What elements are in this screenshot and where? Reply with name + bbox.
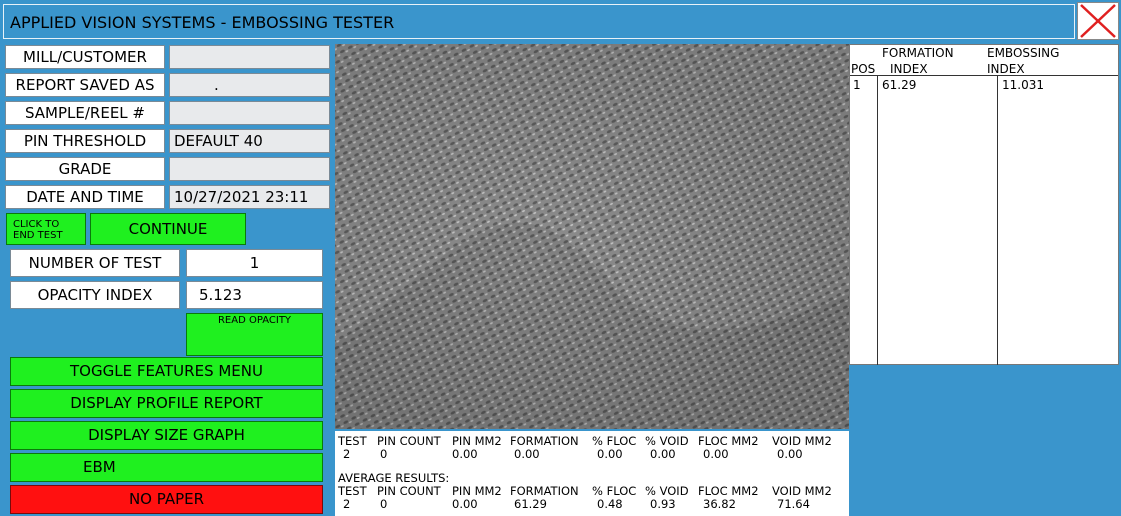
sample-reel-field[interactable] bbox=[169, 101, 330, 125]
date-time-label: DATE AND TIME bbox=[5, 185, 165, 209]
results-current-test: 2 bbox=[343, 447, 351, 461]
no-paper-status: NO PAPER bbox=[10, 485, 323, 514]
average-void: 0.93 bbox=[650, 497, 676, 511]
results-current-void-mm2: 0.00 bbox=[777, 447, 803, 461]
click-to-end-test-button[interactable]: CLICK TO END TEST bbox=[6, 213, 86, 245]
date-time-field[interactable]: 10/27/2021 23:11 bbox=[169, 185, 330, 209]
sample-image bbox=[335, 44, 849, 429]
pin-threshold-label: PIN THRESHOLD bbox=[5, 129, 165, 153]
opacity-index-label: OPACITY INDEX bbox=[10, 281, 180, 309]
sample-reel-label: SAMPLE/REEL # bbox=[5, 101, 165, 125]
table-row-embossing: 11.031 bbox=[1002, 78, 1044, 92]
mill-customer-label: MILL/CUSTOMER bbox=[5, 45, 165, 69]
click-to-end-line2: END TEST bbox=[13, 230, 63, 241]
continue-button[interactable]: CONTINUE bbox=[90, 213, 246, 245]
table-row-pos: 1 bbox=[853, 78, 861, 92]
average-test: 2 bbox=[343, 497, 351, 511]
average-pin-mm2: 0.00 bbox=[452, 497, 478, 511]
table-header-pos: POS bbox=[851, 62, 876, 76]
average-header-floc: % FLOC bbox=[592, 484, 637, 498]
table-header-formation: FORMATION bbox=[882, 46, 954, 60]
average-void-mm2: 71.64 bbox=[777, 497, 810, 511]
average-floc-mm2: 36.82 bbox=[703, 497, 736, 511]
average-formation: 61.29 bbox=[514, 497, 547, 511]
average-header-void: % VOID bbox=[645, 484, 689, 498]
number-of-test-value: 1 bbox=[186, 249, 323, 277]
average-header-test: TEST bbox=[338, 484, 367, 498]
results-current-pin-count: 0 bbox=[380, 447, 388, 461]
average-header-pin-mm2: PIN MM2 bbox=[452, 484, 502, 498]
close-icon bbox=[1080, 4, 1116, 38]
table-row-formation: 61.29 bbox=[882, 78, 917, 92]
results-current-formation: 0.00 bbox=[514, 447, 540, 461]
results-header-void-mm2: VOID MM2 bbox=[772, 434, 832, 448]
grade-label: GRADE bbox=[5, 157, 165, 181]
toggle-features-menu-button[interactable]: TOGGLE FEATURES MENU bbox=[10, 357, 323, 386]
window-title: APPLIED VISION SYSTEMS - EMBOSSING TESTE… bbox=[3, 4, 1075, 39]
average-header-formation: FORMATION bbox=[510, 484, 579, 498]
read-opacity-button[interactable]: READ OPACITY bbox=[186, 313, 323, 356]
opacity-index-value: 5.123 bbox=[186, 281, 323, 309]
mill-customer-field[interactable] bbox=[169, 45, 330, 69]
click-to-end-line1: CLICK TO bbox=[13, 219, 60, 230]
results-current-void: 0.00 bbox=[650, 447, 676, 461]
results-current-floc: 0.00 bbox=[597, 447, 623, 461]
grade-field[interactable] bbox=[169, 157, 330, 181]
average-floc: 0.48 bbox=[597, 497, 623, 511]
average-pin-count: 0 bbox=[380, 497, 388, 511]
results-header-floc: % FLOC bbox=[592, 434, 637, 448]
average-header-void-mm2: VOID MM2 bbox=[772, 484, 832, 498]
results-header-pin-count: PIN COUNT bbox=[377, 434, 441, 448]
report-saved-as-field[interactable]: . bbox=[169, 73, 330, 97]
table-header-embossing: EMBOSSING bbox=[987, 46, 1060, 60]
table-header-embossing-index: INDEX bbox=[987, 62, 1025, 76]
results-header-void: % VOID bbox=[645, 434, 689, 448]
table-header-formation-index: INDEX bbox=[890, 62, 928, 76]
results-header-pin-mm2: PIN MM2 bbox=[452, 434, 502, 448]
average-header-pin-count: PIN COUNT bbox=[377, 484, 441, 498]
index-table: POS FORMATION INDEX EMBOSSING INDEX 1 61… bbox=[849, 44, 1119, 365]
results-current-floc-mm2: 0.00 bbox=[703, 447, 729, 461]
number-of-test-label: NUMBER OF TEST bbox=[10, 249, 180, 277]
results-header-formation: FORMATION bbox=[510, 434, 579, 448]
results-header-test: TEST bbox=[338, 434, 367, 448]
display-profile-report-button[interactable]: DISPLAY PROFILE REPORT bbox=[10, 389, 323, 418]
average-header-floc-mm2: FLOC MM2 bbox=[698, 484, 759, 498]
ebm-button[interactable]: EBM bbox=[10, 453, 323, 482]
report-saved-as-label: REPORT SAVED AS bbox=[5, 73, 165, 97]
display-size-graph-button[interactable]: DISPLAY SIZE GRAPH bbox=[10, 421, 323, 450]
results-current-pin-mm2: 0.00 bbox=[452, 447, 478, 461]
results-header-floc-mm2: FLOC MM2 bbox=[698, 434, 759, 448]
average-results-label: AVERAGE RESULTS: bbox=[338, 471, 450, 485]
close-button[interactable] bbox=[1077, 2, 1119, 40]
pin-threshold-field[interactable]: DEFAULT 40 bbox=[169, 129, 330, 153]
embossing-texture-image bbox=[335, 44, 849, 429]
results-panel: TEST PIN COUNT PIN MM2 FORMATION % FLOC … bbox=[335, 431, 849, 516]
